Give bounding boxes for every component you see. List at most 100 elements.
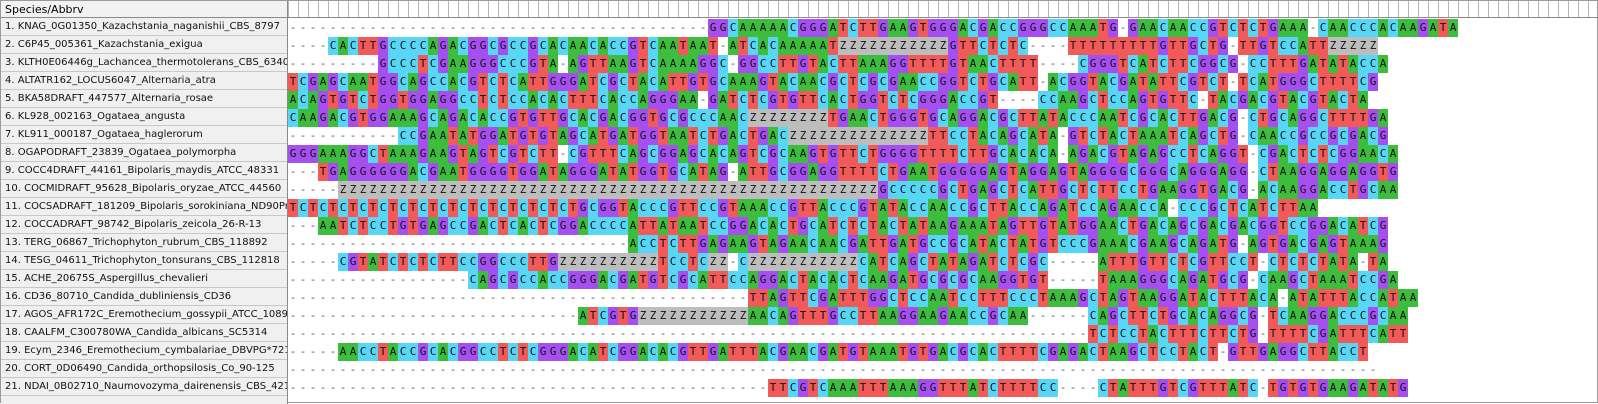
species-name-row[interactable]: 11. COCSADRAFT_181209_Bipolaris_sorokini… [1,198,287,216]
residue-cell: T [388,199,398,217]
sequence-row[interactable]: ---AATCTCCTGTGAGCCGACTCACTCGGACCCCATTATA… [288,217,1598,235]
gap-cell: - [558,361,568,379]
sequence-row[interactable]: ------------------CAGCGCCACCGGGACGATGTCG… [288,271,1598,289]
residue-cell: C [418,37,428,55]
residue-cell: G [498,163,508,181]
gap-cell: - [928,325,938,343]
species-name-row[interactable]: 21. NDAI_0B02710_Naumovozyma_dairenensis… [1,378,287,396]
residue-cell: T [368,73,378,91]
residue-cell: A [1018,163,1028,181]
residue-cell: T [1318,145,1328,163]
residue-cell: C [368,343,378,361]
residue-cell: A [888,307,898,325]
sequence-row[interactable]: ACAGTGTCTGGTGGAGGCCTCTCCACACTTTCACCAGGGA… [288,91,1598,109]
residue-cell: C [428,253,438,271]
residue-cell: T [1248,253,1258,271]
gap-cell: - [1228,37,1238,55]
species-name-row[interactable]: 6. KL928_002163_Ogataea_angusta [1,108,287,126]
sequence-row[interactable]: CAAGACGTGGAAAGCAGACACCGTGTTGCACGACGGTGCG… [288,109,1598,127]
residue-cell: C [328,37,338,55]
residue-cell: Z [708,307,718,325]
gap-cell: - [358,325,368,343]
residue-cell: T [1358,343,1368,361]
residue-cell: C [1288,37,1298,55]
species-column-header[interactable]: Species/Abbrv [1,1,287,18]
residue-cell: T [808,55,818,73]
species-name-row[interactable]: 9. COCC4DRAFT_44161_Bipolaris_maydis_ATC… [1,162,287,180]
sequence-row[interactable]: ---------GCCCTCGAAGGGCCCGTA-AGTTAAGTCAAA… [288,55,1598,73]
gap-cell: - [478,361,488,379]
species-name-row[interactable]: 13. TERG_06867_Trichophyton_rubrum_CBS_1… [1,234,287,252]
residue-cell: A [1378,325,1388,343]
residue-cell: Z [758,109,768,127]
sequence-row[interactable]: ----------------------------------------… [288,325,1598,343]
sequence-row[interactable]: -----AACCTACCGCACGGCCTCTCGGGACATCGGACACG… [288,343,1598,361]
residue-cell: T [1008,379,1018,397]
sequence-row[interactable]: TCTCTCTCTCTCTCTCTCTCTCTCTCTCTGCGGTACCCGT… [288,199,1598,217]
sequence-row[interactable]: ----------------------------------------… [288,289,1598,307]
sequence-row[interactable]: -----------------------------ATCGTGZZZZZ… [288,307,1598,325]
residue-cell: C [1048,379,1058,397]
residue-cell: A [878,271,888,289]
residue-cell: G [468,343,478,361]
residue-cell: T [848,145,858,163]
residue-cell: Z [798,127,808,145]
species-name-row[interactable]: 12. COCCADRAFT_98742_Bipolaris_zeicola_2… [1,216,287,234]
residue-cell: G [708,55,718,73]
sequence-row[interactable]: TCGAGCAATGGCAGCCACGTCTCATTGGGATCGCTACATT… [288,73,1598,91]
species-name-row[interactable]: 7. KL911_000187_Ogataea_haglerorum [1,126,287,144]
sequence-row[interactable]: ----------------------------------------… [288,379,1598,397]
residue-cell: G [988,145,998,163]
column-ruler[interactable] [288,1,1598,18]
residue-cell: T [498,343,508,361]
species-name-row[interactable]: 14. TESG_04611_Trichophyton_tonsurans_CB… [1,252,287,270]
residue-cell: C [1238,307,1248,325]
sequence-panel[interactable]: ----------------------------------------… [288,1,1598,404]
residue-cell: A [828,19,838,37]
sequence-row[interactable]: ----CACTTGCCCCAGACGGCGCCGCACAACACCGTCAAT… [288,37,1598,55]
sequence-row[interactable]: -----------CCGAATATGGATGTGTAGCATGATGGTAA… [288,127,1598,145]
sequence-row[interactable]: -----CGTATCTCTCTTCCGGCCCTTGZZZZZZZZZZTCC… [288,253,1598,271]
residue-cell: A [758,307,768,325]
species-name-row[interactable]: 3. KLTH0E06446g_Lachancea_thermotolerans… [1,54,287,72]
residue-cell: A [898,19,908,37]
species-name-row[interactable]: 10. COCMIDRAFT_95628_Bipolaris_oryzae_AT… [1,180,287,198]
sequence-row[interactable]: ---TGAGGGGGGACGAATGGGGTGGATAGGGATATGGTGC… [288,163,1598,181]
species-name-row[interactable]: 17. AGOS_AFR172C_Eremothecium_gossypii_A… [1,306,287,324]
gap-cell: - [718,325,728,343]
residue-cell: C [1118,91,1128,109]
species-name-row[interactable]: 5. BKA58DRAFT_447577_Alternaria_rosae [1,90,287,108]
residue-cell: A [1328,379,1338,397]
residue-cell: G [848,235,858,253]
gap-cell: - [688,19,698,37]
residue-cell: C [668,343,678,361]
sequence-row[interactable]: ----------------------------------------… [288,361,1598,379]
residue-cell: G [498,37,508,55]
species-name-row[interactable]: 19. Ecym_2346_Eremothecium_cymbalariae_D… [1,342,287,360]
sequence-row[interactable]: -----ZZZZZZZZZZZZZZZZZZZZZZZZZZZZZZZZZZZ… [288,181,1598,199]
residue-cell: C [778,127,788,145]
species-name-row[interactable]: 18. CAALFM_C300780WA_Candida_albicans_SC… [1,324,287,342]
sequence-row[interactable]: ----------------------------------ACCTCT… [288,235,1598,253]
residue-cell: G [768,91,778,109]
residue-cell: C [1178,307,1188,325]
residue-cell: Z [808,109,818,127]
species-name-row[interactable]: 15. ACHE_20675S_Aspergillus_chevalieri [1,270,287,288]
species-name-row[interactable]: 1. KNAG_0G01350_Kazachstania_naganishii_… [1,18,287,36]
sequence-row[interactable]: ----------------------------------------… [288,19,1598,37]
residue-cell: G [398,217,408,235]
gap-cell: - [1058,379,1068,397]
species-name-row[interactable]: 8. OGAPODRAFT_23839_Ogataea_polymorpha [1,144,287,162]
residue-cell: A [1108,289,1118,307]
residue-cell: G [908,343,918,361]
alignment-grid[interactable]: ----------------------------------------… [288,19,1598,404]
species-name-row[interactable]: 4. ALTATR162_LOCUS6047_Alternaria_atra [1,72,287,90]
species-name-row[interactable]: 16. CD36_80710_Candida_dubliniensis_CD36 [1,288,287,306]
residue-cell: Z [518,181,528,199]
residue-cell: C [378,217,388,235]
sequence-row[interactable]: GGGAAAGGCTAAAGAAGTAGTCGTCTT-CGTTTCAGCGGA… [288,145,1598,163]
residue-cell: A [788,343,798,361]
residue-cell: Z [878,127,888,145]
species-name-row[interactable]: 2. C6P45_005361_Kazachstania_exigua [1,36,287,54]
species-name-row[interactable]: 20. CORT_0D06490_Candida_orthopsilosis_C… [1,360,287,378]
